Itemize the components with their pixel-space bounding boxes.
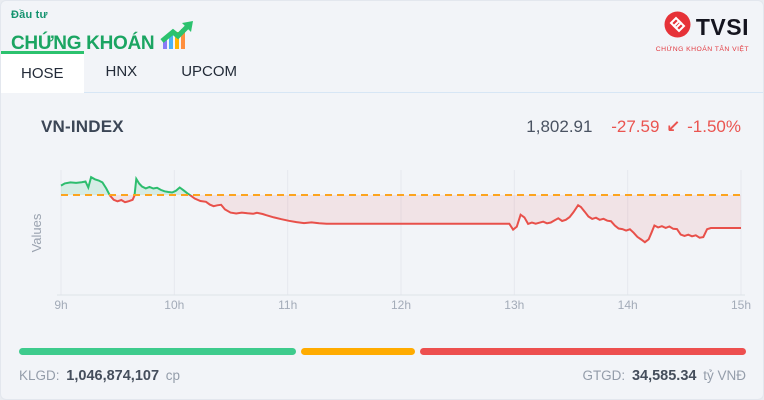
x-tick-label: 12h xyxy=(391,298,411,312)
klgd-label: KLGD: xyxy=(19,368,60,383)
down-left-arrow-icon: ↙ xyxy=(666,117,681,136)
tab-upcom[interactable]: UPCOM xyxy=(159,51,259,92)
tab-hnx[interactable]: HNX xyxy=(84,51,160,92)
klgd-unit: cp xyxy=(165,368,181,383)
tab-hose[interactable]: HOSE xyxy=(1,51,84,93)
gtgd-label: GTGD: xyxy=(582,368,626,383)
tvsi-name: TVSI xyxy=(695,13,749,40)
x-tick-label: 14h xyxy=(618,298,638,312)
x-tick-label: 15h xyxy=(731,298,751,312)
index-value: 1,802.91 xyxy=(526,117,593,136)
session-stats: KLGD: 1,046,874,107 cp GTGD: 34,585.34 t… xyxy=(19,368,746,384)
x-tick-label: 9h xyxy=(54,298,67,312)
session-progress-bar xyxy=(19,348,746,355)
klgd-value: 1,046,874,107 xyxy=(66,368,160,384)
x-tick-label: 13h xyxy=(504,298,524,312)
gtgd-stat: GTGD: 34,585.34 tỷ VNĐ xyxy=(582,368,746,384)
progress-segment-yellow xyxy=(301,348,416,355)
klgd-stat: KLGD: 1,046,874,107 cp xyxy=(19,368,180,384)
market-index-widget: Đầu tư CHỨNG KHOÁN TVSI CHỨNG KHOÁN TÂN … xyxy=(0,0,764,400)
index-name: VN-INDEX xyxy=(41,117,124,136)
progress-segment-green xyxy=(19,348,297,355)
y-axis-label: Values xyxy=(29,213,44,252)
tvsi-logo: TVSI CHỨNG KHOÁN TÂN VIỆT xyxy=(656,11,749,53)
brand-logo: Đầu tư CHỨNG KHOÁN xyxy=(11,9,194,54)
x-tick-label: 11h xyxy=(278,298,297,312)
progress-segment-red xyxy=(420,348,746,355)
growth-chart-icon xyxy=(160,21,194,54)
index-change: -27.59 xyxy=(611,117,660,136)
intraday-price-chart[interactable]: 9h 10h 11h 12h 13h 14h 15h Values xyxy=(1,158,763,313)
exchange-tabs: HOSE HNX UPCOM xyxy=(1,51,763,93)
index-change-pct: -1.50% xyxy=(687,117,741,136)
brand-tagline: Đầu tư xyxy=(11,9,48,21)
chart-svg: 9h 10h 11h 12h 13h 14h 15h Values xyxy=(29,170,751,312)
gtgd-unit: tỷ VNĐ xyxy=(703,368,746,383)
x-tick-label: 10h xyxy=(164,298,184,312)
index-quote: 1,802.91 -27.59 ↙ -1.50% xyxy=(526,117,741,137)
gtgd-value: 34,585.34 xyxy=(631,368,697,384)
tvsi-knot-icon xyxy=(664,11,691,43)
index-header: VN-INDEX 1,802.91 -27.59 ↙ -1.50% xyxy=(41,117,741,137)
